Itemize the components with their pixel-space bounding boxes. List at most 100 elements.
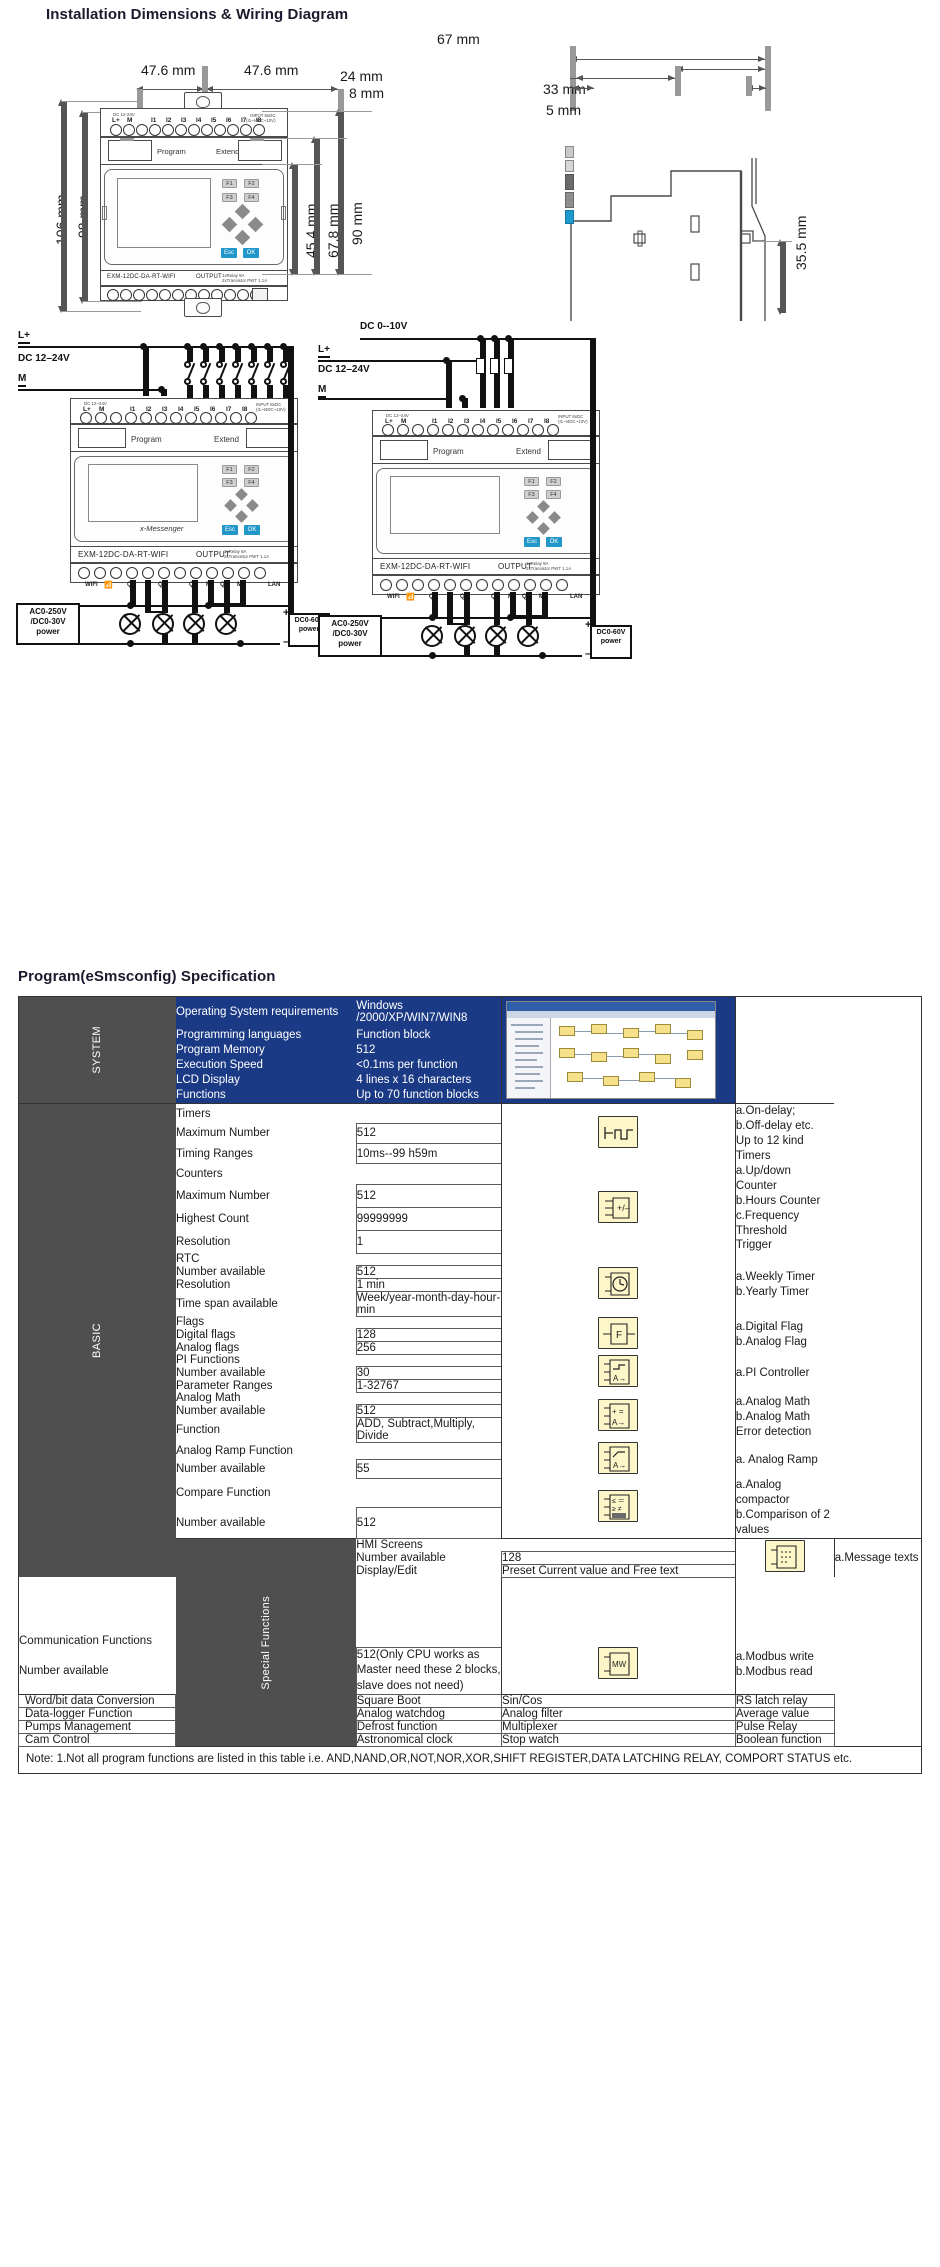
device-model-label-front: EXM-12DC-DA-RT-WIFI (107, 274, 176, 280)
matrix-cell: Average value (734, 1707, 835, 1722)
right-key-esc[interactable]: Esc (524, 537, 540, 547)
svg-text:MW: MW (612, 1660, 627, 1669)
left-lamp-2 (152, 613, 174, 635)
input-rating-label: INPUT 8xDC (I1~I4DC~10V) (246, 113, 276, 124)
spec-key: Timing Ranges (175, 1147, 253, 1160)
left-load-plus: + (283, 607, 290, 619)
key-f1[interactable]: F1 (222, 179, 237, 188)
analog-ramp-icon: A→ (501, 1442, 736, 1479)
dim-24mm: 24 mm (340, 68, 383, 84)
dim-width-left: 47.6 mm (141, 62, 196, 78)
right-key-f1[interactable]: F1 (524, 477, 539, 486)
right-key-f2[interactable]: F2 (546, 477, 561, 486)
dim-67mm: 67 mm (437, 31, 480, 47)
spec-value: 99999999 (355, 1207, 503, 1232)
matrix-cell: Cam Control (17, 1733, 177, 1748)
spec-key: Communication Functions (19, 1635, 152, 1648)
svg-text:F: F (616, 1330, 622, 1341)
left-rail-negative-label: M (18, 373, 27, 387)
spec-value: Up to 70 function blocks (356, 1087, 502, 1104)
matrix-cell: Square Boot (355, 1694, 503, 1709)
spec-key: Flags (175, 1316, 205, 1329)
left-lamp-4 (215, 613, 237, 635)
left-key-esc[interactable]: Esc (222, 525, 238, 535)
pi-controller-icon: A→ (501, 1354, 736, 1393)
left-key-f3[interactable]: F3 (222, 478, 237, 487)
left-key-f1[interactable]: F1 (222, 465, 237, 474)
svg-text:A→: A→ (613, 1374, 626, 1383)
spec-description: a.Analog compactor b.Comparison of 2 val… (735, 1479, 830, 1537)
spec-key: Parameter Ranges (175, 1379, 273, 1392)
esmsconfig-screenshot-cell (501, 996, 736, 1104)
svg-text:≥ ≠: ≥ ≠ (612, 1506, 622, 1513)
key-esc[interactable]: Esc (221, 248, 237, 258)
left-key-f4[interactable]: F4 (244, 478, 259, 487)
flag-icon: F (501, 1316, 736, 1355)
spec-value: 1 (355, 1230, 503, 1254)
key-ok[interactable]: OK (243, 248, 259, 258)
matrix-cell: Pulse Relay (734, 1720, 835, 1735)
left-lamp-3 (183, 613, 205, 635)
spec-description: a.Modbus write b.Modbus read (735, 1650, 814, 1678)
hmi-icon (734, 1538, 835, 1578)
svg-text:≤ ＝: ≤ ＝ (612, 1498, 625, 1505)
left-model-label: EXM-12DC-DA-RT-WIFI (78, 550, 169, 559)
spec-key: Function (175, 1423, 221, 1436)
spec-value (356, 1316, 501, 1328)
spec-key: Number available (175, 1516, 266, 1529)
spec-key: Number available (175, 1404, 266, 1417)
spec-description: a.Analog Math b.Analog Math Error detect… (735, 1395, 812, 1438)
dim-35-5mm: 35.5 mm (792, 215, 809, 270)
left-brand-label: x-Messenger (140, 524, 184, 533)
spec-value: 128 (355, 1327, 503, 1342)
key-f2[interactable]: F2 (244, 179, 259, 188)
svg-text:A→: A→ (612, 1418, 625, 1427)
right-key-ok[interactable]: OK (546, 537, 562, 547)
right-analog-label: DC 0--10V (360, 321, 408, 332)
matrix-cell: Analog watchdog (355, 1707, 503, 1722)
spec-value: 55 (355, 1459, 503, 1479)
right-supply-label: DC 12–24V (318, 364, 370, 375)
matrix-cell: Analog filter (501, 1707, 736, 1722)
analog-math-icon: + = A→ (501, 1392, 736, 1443)
matrix-cell: Stop watch (501, 1733, 736, 1748)
modbus-icon: MW (501, 1635, 736, 1695)
right-program-slot: Program (433, 447, 464, 456)
spec-key: Programming languages (175, 1027, 357, 1043)
right-key-f4[interactable]: F4 (546, 490, 561, 499)
page-title-program: Program(eSmsconfig) Specification (18, 968, 276, 985)
matrix-cell: Astronomical clock (355, 1733, 503, 1748)
dim-8mm: 8 mm (349, 85, 384, 101)
dim-h-90: 90 mm (348, 202, 365, 245)
esmsconfig-screenshot (506, 1001, 717, 1099)
spec-value: 128 (501, 1550, 736, 1565)
left-key-ok[interactable]: OK (244, 525, 260, 535)
counter-icon: +/– (501, 1163, 736, 1254)
spec-value: 512(Only CPU works as Master need these … (355, 1646, 503, 1696)
spec-key: Number available (175, 1265, 266, 1278)
right-lamp-1 (421, 625, 443, 647)
left-supply-label: DC 12–24V (18, 353, 70, 364)
spec-spacer-key (19, 1577, 176, 1635)
spec-value (356, 1442, 501, 1459)
output-label-front: OUTPUT (196, 274, 222, 280)
group-label-basic: BASIC (18, 1103, 176, 1578)
right-key-f3[interactable]: F3 (524, 490, 539, 499)
spec-value (356, 1478, 501, 1507)
spec-key: LCD Display (175, 1072, 357, 1088)
table-footnote: Note: 1.Not all program functions are li… (18, 1747, 922, 1775)
key-f4[interactable]: F4 (244, 193, 259, 202)
left-key-f2[interactable]: F2 (244, 465, 259, 474)
program-specification-table: SYSTEM Operating System requirements Win… (17, 996, 922, 1748)
extend-slot-label: Extend (216, 147, 240, 156)
spec-key: Analog flags (175, 1341, 240, 1354)
spec-description: a.Message texts (834, 1538, 922, 1578)
spec-value: 1-32767 (355, 1378, 503, 1393)
matrix-cell: Word/bit data Conversion (17, 1694, 177, 1709)
group-label-system: SYSTEM (18, 996, 176, 1104)
spec-value: Preset Current value and Free text (501, 1563, 736, 1578)
right-dc-load-box: DC0-60V power (590, 625, 632, 659)
wiring-diagrams: L+ DC 12–24V M DC 12~24V L+ M I1 I2 I3 I… (0, 318, 940, 663)
key-f3[interactable]: F3 (222, 193, 237, 202)
spec-key: HMI Screens (356, 1538, 502, 1552)
